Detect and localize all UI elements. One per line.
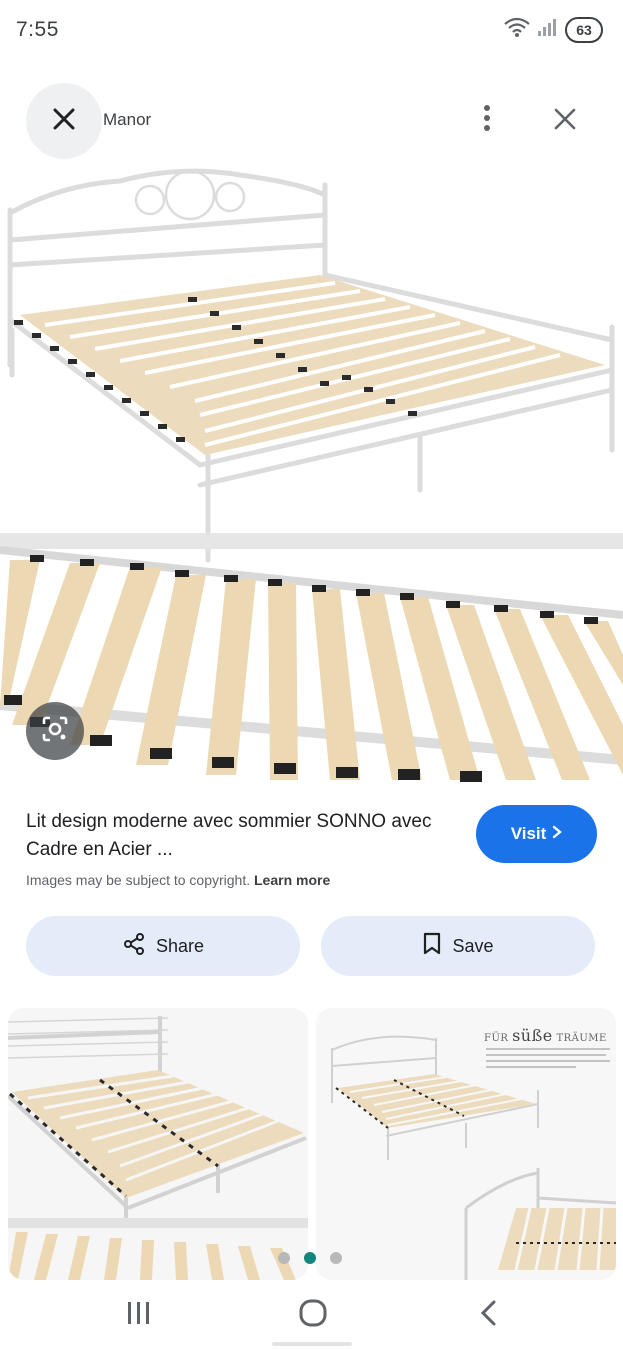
share-label: Share	[155, 935, 205, 956]
wifi-icon	[503, 16, 531, 43]
close-icon	[553, 107, 577, 136]
promo-main: süße	[512, 1026, 553, 1045]
status-bar: 7:55 63	[0, 0, 623, 60]
close-icon	[51, 106, 77, 137]
promo-prefix: FÜR	[484, 1033, 509, 1044]
battery-icon: 63	[565, 16, 603, 43]
lens-icon	[40, 714, 70, 749]
share-button[interactable]: Share	[26, 916, 300, 976]
carousel-dot-active[interactable]	[304, 1252, 316, 1264]
result-title[interactable]: Lit design moderne avec sommier SONNO av…	[26, 808, 446, 864]
home-icon[interactable]	[296, 1296, 330, 1330]
system-navigation-bar	[0, 1284, 623, 1350]
learn-more-link[interactable]: Learn more	[254, 872, 330, 888]
slats-closeup	[0, 533, 623, 782]
more-vert-icon	[483, 104, 491, 137]
share-icon	[122, 932, 146, 961]
promo-headline: FÜR süße TRÄUME	[484, 1026, 607, 1045]
save-button[interactable]: Save	[321, 916, 595, 976]
copyright-notice: Images may be subject to copyright. Lear…	[26, 872, 330, 888]
gesture-pill	[272, 1342, 352, 1346]
promo-suffix: TRÄUME	[556, 1033, 607, 1044]
carousel-indicator	[278, 1252, 342, 1264]
more-options-button[interactable]	[472, 102, 502, 138]
status-icons: 63	[503, 16, 603, 43]
slats-overview	[14, 275, 605, 455]
bookmark-icon	[422, 932, 442, 961]
main-product-image[interactable]	[0, 165, 623, 785]
close-button[interactable]	[546, 102, 584, 140]
recent-apps-icon[interactable]	[124, 1298, 154, 1328]
save-label: Save	[452, 935, 494, 956]
status-time: 7:55	[16, 18, 59, 41]
copyright-text: Images may be subject to copyright.	[26, 872, 251, 888]
promo-body-text	[486, 1046, 610, 1071]
back-icon[interactable]	[476, 1298, 502, 1328]
related-image-1[interactable]	[8, 1008, 308, 1280]
related-image-2[interactable]: FÜR süße TRÄUME	[316, 1008, 616, 1280]
carousel-dot[interactable]	[278, 1252, 290, 1264]
visit-label: Visit	[510, 824, 547, 843]
signal-icon	[537, 17, 559, 42]
carousel-dot[interactable]	[330, 1252, 342, 1264]
viewer-header: Manor	[0, 80, 623, 160]
google-lens-button[interactable]	[26, 702, 84, 760]
close-viewer-button[interactable]	[26, 83, 102, 159]
chevron-right-icon	[552, 824, 563, 844]
source-name[interactable]: Manor	[103, 110, 151, 130]
visit-button[interactable]: Visit	[476, 805, 597, 863]
